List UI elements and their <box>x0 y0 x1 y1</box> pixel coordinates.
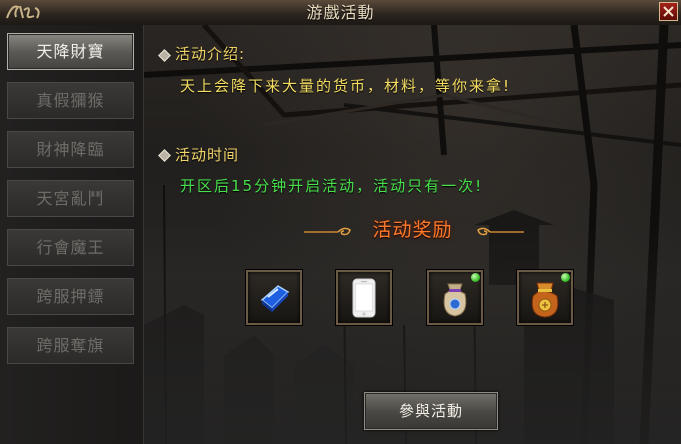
phone-icon <box>352 278 376 318</box>
join-activity-button[interactable]: 參與活動 <box>364 392 498 430</box>
tab-caishen-jianglin[interactable]: 財神降臨 <box>7 131 134 168</box>
reward-heading: 活动奖励 <box>372 219 453 241</box>
tab-kuafu-yabiao[interactable]: 跨服押鏢 <box>7 278 134 315</box>
ornament-right-icon <box>477 227 524 236</box>
green-gem-badge-icon <box>471 273 480 282</box>
reward-slot-4[interactable] <box>517 270 573 325</box>
activity-window: 游戲活動 天降財寶 真假獼猴 財神降臨 天宮亂鬥 行會魔王 跨服押鏢 跨服奪旗 <box>0 0 681 444</box>
intro-heading: 活动介绍: <box>175 45 246 63</box>
time-text: 开区后15分钟开启活动，活动只有一次! <box>180 177 484 195</box>
intro-text: 天上会降下来大量的货币，材料，等你来拿! <box>180 77 512 95</box>
reward-slot-2[interactable] <box>336 270 392 325</box>
tab-tianjiang-caibao[interactable]: 天降財寶 <box>7 33 134 70</box>
tab-tiangong-luandou[interactable]: 天宮亂鬥 <box>7 180 134 217</box>
time-heading: 活动时间 <box>175 146 240 164</box>
reward-slot-1[interactable] <box>246 270 302 325</box>
tab-hanghui-mowang[interactable]: 行會魔王 <box>7 229 134 266</box>
close-icon <box>663 6 674 17</box>
reward-slot-3[interactable] <box>427 270 483 325</box>
activity-panel: 活动介绍: 天上会降下来大量的货币，材料，等你来拿! 活动时间 开区后15分钟开… <box>144 25 681 444</box>
reward-heading-wrap: 活动奖励 <box>144 215 681 241</box>
tab-zhenjia-mihou[interactable]: 真假獼猴 <box>7 82 134 119</box>
close-button[interactable] <box>659 2 678 21</box>
tab-kuafu-duoqi[interactable]: 跨服奪旗 <box>7 327 134 364</box>
title-bar: 游戲活動 <box>0 0 681 26</box>
blue-gem-icon <box>260 285 290 312</box>
window-title: 游戲活動 <box>306 3 375 22</box>
activity-sidebar: 天降財寶 真假獼猴 財神降臨 天宮亂鬥 行會魔王 跨服押鏢 跨服奪旗 <box>0 25 144 444</box>
green-gem-badge-icon <box>561 273 570 282</box>
